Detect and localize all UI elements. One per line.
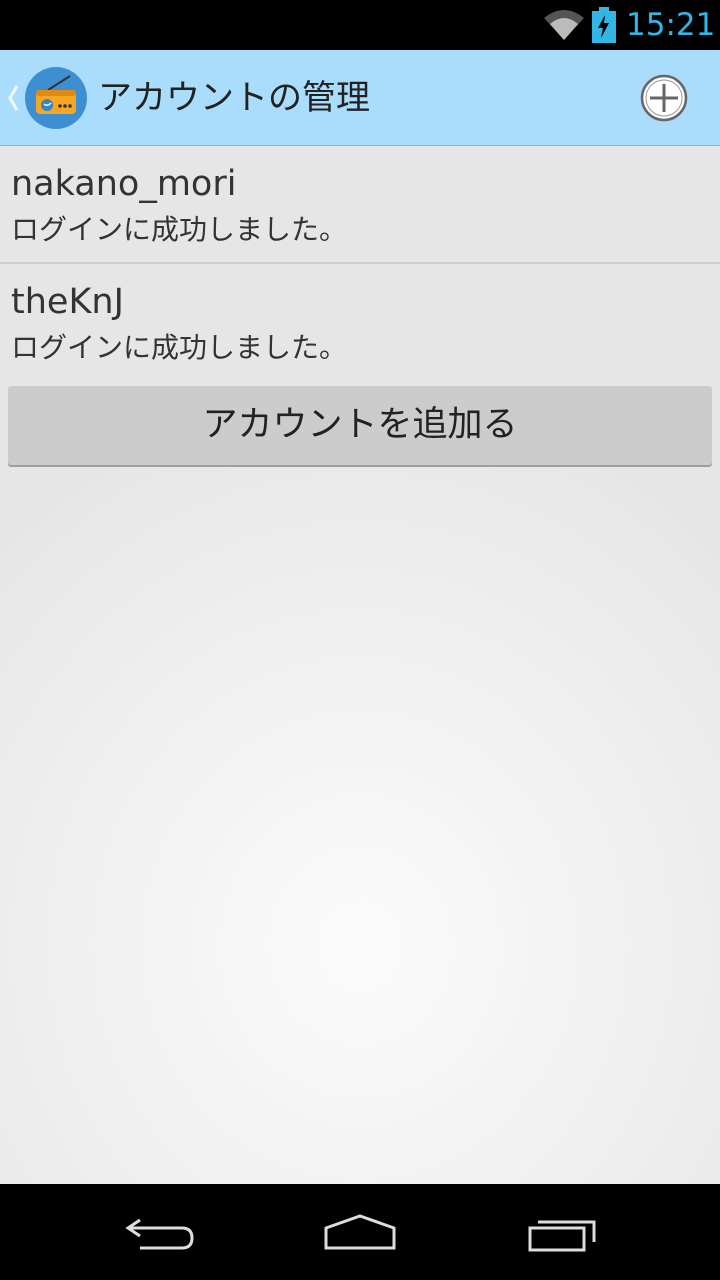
account-list-item[interactable]: theKnJ ログインに成功しました。 <box>0 264 720 380</box>
radio-app-icon[interactable] <box>24 66 88 130</box>
status-bar: 15:21 <box>0 0 720 50</box>
back-icon[interactable] <box>100 1202 220 1262</box>
page-title: アカウントの管理 <box>98 78 370 118</box>
add-account-button[interactable]: アカウントを追加る <box>8 386 712 465</box>
account-name: theKnJ <box>11 282 124 322</box>
home-icon[interactable] <box>300 1202 420 1262</box>
add-circle-icon[interactable] <box>636 70 692 126</box>
account-list-item[interactable]: nakano_mori ログインに成功しました。 <box>0 146 720 262</box>
account-list: nakano_mori ログインに成功しました。 theKnJ ログインに成功し… <box>0 146 720 1184</box>
account-status: ログインに成功しました。 <box>11 331 348 364</box>
wifi-icon <box>544 10 584 40</box>
account-status: ログインに成功しました。 <box>11 213 348 246</box>
action-bar: アカウントの管理 <box>0 50 720 146</box>
battery-charging-icon <box>592 7 616 43</box>
recent-apps-icon[interactable] <box>502 1202 622 1262</box>
account-name: nakano_mori <box>11 164 237 204</box>
up-caret-icon[interactable] <box>6 82 20 114</box>
status-clock: 15:21 <box>626 7 716 43</box>
navigation-bar <box>0 1184 720 1280</box>
